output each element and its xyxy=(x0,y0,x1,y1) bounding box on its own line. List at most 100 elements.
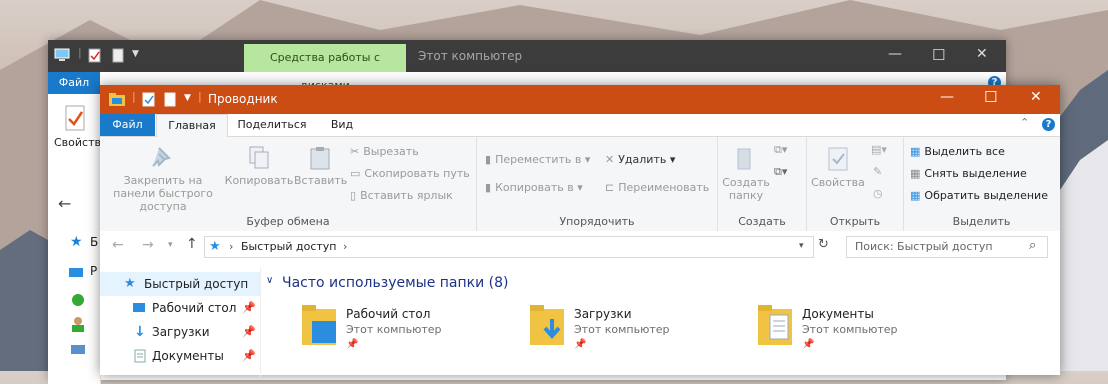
tab-view[interactable]: Вид xyxy=(320,114,364,136)
pc-icon xyxy=(69,268,83,277)
downloads-folder-icon xyxy=(530,305,564,345)
properties-icon[interactable] xyxy=(64,104,86,132)
edit-icon[interactable]: ✎ xyxy=(873,165,882,178)
invert-selection-icon: ▦ xyxy=(910,189,921,202)
new-folder-qat-icon[interactable] xyxy=(112,48,124,63)
recent-dropdown-icon[interactable]: ▾ xyxy=(168,240,173,250)
back-arrow-icon[interactable]: ← xyxy=(58,194,71,213)
pin-icon[interactable]: 📌 xyxy=(242,296,256,320)
copy-icon xyxy=(249,146,269,169)
file-explorer-window[interactable]: | ▼ | Проводник — ☐ ✕ Файл Главная Подел… xyxy=(100,85,1060,377)
sidebar-item-quick-access[interactable]: ★ Быстрый доступ xyxy=(100,272,260,296)
sidebar-item-desktop[interactable]: Рабочий стол 📌 xyxy=(100,296,260,320)
qat-dropdown-icon[interactable]: ▼ xyxy=(132,49,139,59)
disk-tools-context-tab[interactable]: Средства работы с дисками xyxy=(244,44,406,92)
collapse-ribbon-icon[interactable]: ⌃ xyxy=(1020,116,1029,129)
move-to-button[interactable]: ▮ Переместить в ▾ xyxy=(485,151,590,169)
maximize-button[interactable]: ☐ xyxy=(932,46,945,64)
qat-dropdown-icon[interactable]: ▼ xyxy=(184,93,191,103)
documents-folder-icon xyxy=(758,305,792,345)
organize-group-label: Упорядочить xyxy=(559,215,635,228)
select-group: ▦ Выделить все ▦ Снять выделение ▦ Обратить… xyxy=(904,137,1059,231)
window-title: Проводник xyxy=(208,92,278,106)
close-button[interactable]: ✕ xyxy=(976,46,988,62)
navigation-pane: ★ Быстрый доступ Рабочий стол 📌 ↓ Загруз… xyxy=(100,267,261,377)
select-none-button[interactable]: ▦ Снять выделение xyxy=(910,165,1027,183)
breadcrumb[interactable]: Быстрый доступ xyxy=(241,240,337,253)
explorer-icon xyxy=(109,93,125,106)
help-icon[interactable]: ? xyxy=(1042,118,1055,131)
new-folder-qat-icon[interactable] xyxy=(164,92,176,107)
copy-button[interactable]: Копировать xyxy=(224,145,294,187)
pin-icon: 📌 xyxy=(802,339,815,350)
open-group-label: Открыть xyxy=(829,215,881,228)
tab-home[interactable]: Главная xyxy=(156,114,228,138)
search-input[interactable]: Поиск: Быстрый доступ ⌕ xyxy=(846,236,1048,258)
maximize-button[interactable]: ☐ xyxy=(984,88,997,106)
address-toolbar: ← → ▾ ↑ ★ › Быстрый доступ › ▾ ↻ Поиск: … xyxy=(100,231,1060,261)
back-titlebar[interactable]: | ▼ Средства работы с дисками Этот компь… xyxy=(48,40,1006,92)
folder-tile[interactable]: Загрузки Этот компьютер 📌 xyxy=(528,303,748,363)
folder-tile[interactable]: Рабочий стол Этот компьютер 📌 xyxy=(300,303,520,363)
monitor-icon xyxy=(71,345,85,354)
back-tab-file[interactable]: Файл xyxy=(48,72,100,94)
new-folder-icon xyxy=(737,148,751,170)
back-window-title: Этот компьютер xyxy=(418,49,523,63)
forward-arrow-icon[interactable]: → xyxy=(142,237,154,253)
scissors-icon: ✂ xyxy=(350,145,360,158)
close-button[interactable]: ✕ xyxy=(1030,89,1042,105)
back-nav-item[interactable]: Р xyxy=(90,264,97,278)
address-dropdown-icon[interactable]: ▾ xyxy=(799,241,804,251)
sidebar-item-downloads[interactable]: ↓ Загрузки 📌 xyxy=(100,320,260,344)
section-title[interactable]: Часто используемые папки (8) xyxy=(282,275,509,291)
breadcrumb-separator[interactable]: › xyxy=(343,240,347,253)
minimize-button[interactable]: — xyxy=(888,46,902,62)
rename-icon: ⊏ xyxy=(605,181,615,194)
tab-share[interactable]: Поделиться xyxy=(236,114,308,136)
collapse-section-icon[interactable]: ∨ xyxy=(266,275,273,286)
paste-button[interactable]: Вставить xyxy=(294,145,347,187)
tab-file[interactable]: Файл xyxy=(100,114,155,136)
delete-button[interactable]: ✕ Удалить ▾ xyxy=(605,151,675,169)
clipboard-group-label: Буфер обмена xyxy=(246,215,330,228)
paste-shortcut-button[interactable]: ▯ Вставить ярлык xyxy=(350,187,453,205)
history-icon[interactable]: ◷ xyxy=(873,187,883,200)
new-group-label: Создать xyxy=(738,215,786,228)
new-group: Создать папку ⧉▾ ⧉▾ Создать xyxy=(718,137,807,231)
ribbon: Закрепить на панели быстрого доступа Коп… xyxy=(100,137,1060,232)
properties-qat-icon[interactable] xyxy=(142,92,155,107)
new-folder-button[interactable]: Создать папку xyxy=(720,145,772,202)
search-icon[interactable]: ⌕ xyxy=(1029,238,1036,253)
back-arrow-icon[interactable]: ← xyxy=(112,237,124,253)
properties-qat-icon[interactable] xyxy=(88,48,101,63)
pin-icon[interactable]: 📌 xyxy=(242,344,256,368)
download-icon: ↓ xyxy=(134,324,146,340)
easy-access-icon[interactable]: ⧉▾ xyxy=(774,165,787,179)
onedrive-icon xyxy=(72,294,84,306)
pin-quick-access-button[interactable]: Закрепить на панели быстрого доступа xyxy=(104,145,222,213)
rename-button[interactable]: ⊏ Переименовать xyxy=(605,179,709,197)
open-icon[interactable]: ▤▾ xyxy=(871,143,887,156)
invert-selection-button[interactable]: ▦ Обратить выделение xyxy=(910,187,1048,205)
select-group-label: Выделить xyxy=(952,215,1011,228)
address-bar[interactable]: ★ › Быстрый доступ › ▾ xyxy=(204,236,814,258)
select-all-button[interactable]: ▦ Выделить все xyxy=(910,143,1005,161)
up-arrow-icon[interactable]: ↑ xyxy=(186,236,198,252)
copy-to-button[interactable]: ▮ Копировать в ▾ xyxy=(485,179,583,197)
new-item-icon[interactable]: ⧉▾ xyxy=(774,143,787,157)
minimize-button[interactable]: — xyxy=(940,89,954,105)
cut-button[interactable]: ✂ Вырезать xyxy=(350,143,419,161)
sidebar-item-documents[interactable]: Документы 📌 xyxy=(100,344,260,368)
folder-tile[interactable]: Документы Этот компьютер 📌 xyxy=(756,303,976,363)
pin-icon[interactable]: 📌 xyxy=(242,320,256,344)
breadcrumb-separator[interactable]: › xyxy=(229,240,233,253)
open-group: Свойства ▤▾ ✎ ◷ Открыть xyxy=(807,137,904,231)
copy-path-button[interactable]: ▭ Скопировать путь xyxy=(350,165,470,183)
select-none-icon: ▦ xyxy=(910,167,921,180)
desktop-folder-icon xyxy=(302,305,336,345)
select-all-icon: ▦ xyxy=(910,145,921,158)
back-nav-item[interactable]: Б xyxy=(90,235,98,249)
refresh-icon[interactable]: ↻ xyxy=(818,237,829,252)
properties-button[interactable]: Свойства xyxy=(809,145,867,189)
front-titlebar[interactable]: | ▼ | Проводник — ☐ ✕ xyxy=(100,85,1060,114)
